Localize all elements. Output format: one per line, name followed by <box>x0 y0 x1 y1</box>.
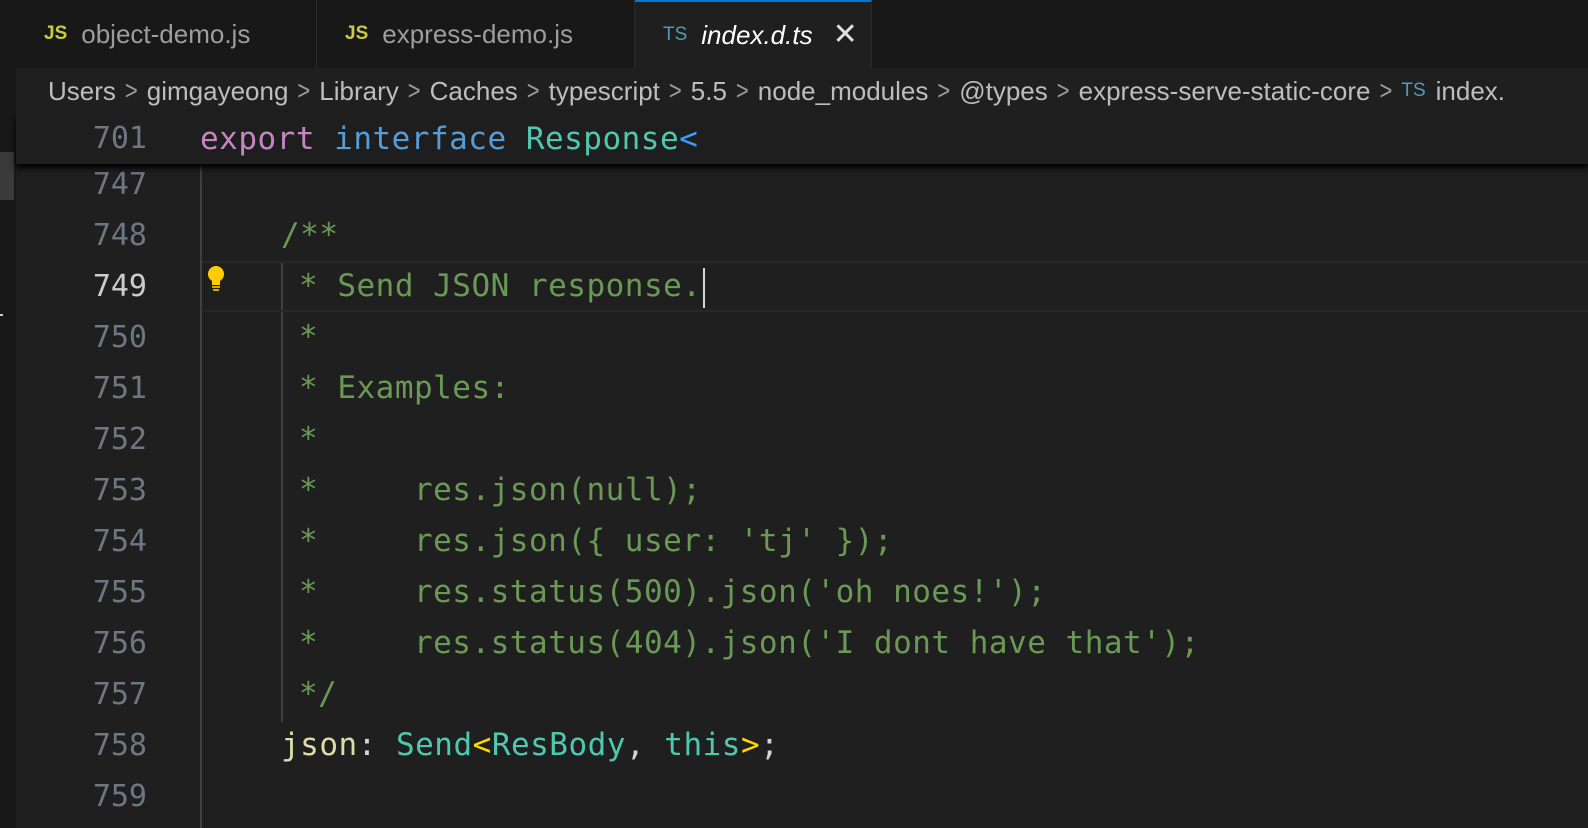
chevron-right-icon: > <box>1056 75 1070 106</box>
comment-text: * res.status(404).json('I dont have that… <box>299 625 1200 661</box>
code-row: 747 <box>16 159 1588 210</box>
comment-text: * <box>299 319 319 355</box>
line-number: 757 <box>92 677 147 712</box>
strip-dot <box>0 314 3 316</box>
comment-text: * Send JSON response. <box>299 261 706 312</box>
code-row: 755 * res.status(500).json('oh noes!'); <box>16 567 1588 618</box>
typescript-file-icon: TS <box>1401 80 1426 101</box>
line-number: 753 <box>92 473 147 508</box>
code-row: 753 * res.json(null); <box>16 465 1588 516</box>
breadcrumb-item[interactable]: @types <box>959 76 1048 107</box>
comment-text: * <box>299 421 319 457</box>
chevron-right-icon: > <box>735 75 749 106</box>
property-name: json <box>281 727 358 763</box>
tab-label: index.d.ts <box>701 19 813 50</box>
code-row-current: 749 * Send JSON response. <box>16 261 1588 312</box>
chevron-right-icon: > <box>937 75 951 106</box>
type-name: Send <box>395 727 473 763</box>
angle-bracket: < <box>472 727 492 763</box>
code-row: 756 * res.status(404).json('I dont have … <box>16 618 1588 669</box>
tab-object-demo[interactable]: JS object-demo.js <box>16 0 317 68</box>
line-number: 701 <box>92 121 147 156</box>
line-number: 754 <box>92 524 147 559</box>
line-number: 758 <box>92 728 147 763</box>
chevron-right-icon: > <box>668 75 682 106</box>
line-number: 759 <box>92 779 147 814</box>
code-row: 751 * Examples: <box>16 363 1588 414</box>
breadcrumb: Users > gimgayeong > Library > Caches > … <box>16 68 1588 114</box>
chevron-right-icon: > <box>526 75 540 106</box>
breadcrumb-item[interactable]: 5.5 <box>691 76 727 107</box>
line-number: 750 <box>92 320 147 355</box>
line-number: 755 <box>92 575 147 610</box>
tab-index-d-ts[interactable]: TS index.d.ts ✕ <box>635 0 872 68</box>
code-row: 748 /** <box>16 210 1588 261</box>
comment-text: * res.json({ user: 'tj' }); <box>299 523 894 559</box>
tab-label: object-demo.js <box>81 18 251 49</box>
code-line: json: Send<ResBody, this>; <box>281 720 779 771</box>
code-row: 752 * <box>16 414 1588 465</box>
chevron-right-icon: > <box>297 75 311 106</box>
angle-bracket: > <box>740 727 761 763</box>
line-number: 751 <box>92 371 147 406</box>
javascript-file-icon: JS <box>345 23 369 44</box>
chevron-right-icon: > <box>124 75 138 106</box>
chevron-right-icon: > <box>407 75 421 106</box>
keyword: interface <box>334 121 507 157</box>
angle-bracket: < <box>679 121 699 157</box>
comment-text: * Send JSON response. <box>299 268 702 304</box>
sticky-scroll-header[interactable]: 701 export interface Response< <box>16 114 1588 164</box>
type-name: Response <box>525 121 680 157</box>
line-number: 748 <box>92 218 147 253</box>
tab-bar: JS object-demo.js JS express-demo.js TS … <box>16 0 1588 69</box>
typescript-file-icon: TS <box>663 24 688 45</box>
chevron-right-icon: > <box>1379 75 1393 106</box>
code-row: 758 json: Send<ResBody, this>; <box>16 720 1588 771</box>
type-name: this <box>664 727 741 763</box>
line-number: 752 <box>92 422 147 457</box>
type-name: ResBody <box>491 727 626 763</box>
punctuation: , <box>625 727 665 763</box>
comment-text: * res.status(500).json('oh noes!'); <box>299 574 1047 610</box>
activity-strip <box>0 0 16 828</box>
breadcrumb-file[interactable]: index. <box>1436 76 1505 107</box>
close-icon[interactable]: ✕ <box>833 20 858 50</box>
breadcrumb-item[interactable]: express-serve-static-core <box>1079 76 1371 107</box>
code-row: 754 * res.json({ user: 'tj' }); <box>16 516 1588 567</box>
tab-label: express-demo.js <box>382 18 573 49</box>
comment-text: * res.json(null); <box>299 472 702 508</box>
comment-text: */ <box>299 676 338 712</box>
code-line: export interface Response< <box>200 114 698 164</box>
comment-text: * Examples: <box>299 370 510 406</box>
line-number: 749 <box>92 269 147 304</box>
code-row: 759 <box>16 771 1588 822</box>
breadcrumb-item[interactable]: node_modules <box>758 76 929 107</box>
keyword: export <box>200 121 315 157</box>
comment-text: /** <box>281 217 339 253</box>
tab-express-demo[interactable]: JS express-demo.js <box>317 0 635 68</box>
line-number: 756 <box>92 626 147 661</box>
scroll-marker <box>0 152 14 200</box>
breadcrumb-item[interactable]: Caches <box>430 76 518 107</box>
breadcrumb-item[interactable]: Library <box>319 76 398 107</box>
code-row: 750 * <box>16 312 1588 363</box>
punctuation: ; <box>760 727 780 763</box>
code-row: 757 */ <box>16 669 1588 720</box>
breadcrumb-item[interactable]: gimgayeong <box>147 76 289 107</box>
breadcrumb-item[interactable]: typescript <box>549 76 660 107</box>
javascript-file-icon: JS <box>44 23 68 44</box>
code-editor[interactable]: 747 748 /** 749 * Send JSON response. 75… <box>16 164 1588 828</box>
text-cursor <box>703 267 706 308</box>
punctuation: : <box>357 727 396 763</box>
line-number: 747 <box>92 167 147 202</box>
breadcrumb-item[interactable]: Users <box>48 76 116 107</box>
